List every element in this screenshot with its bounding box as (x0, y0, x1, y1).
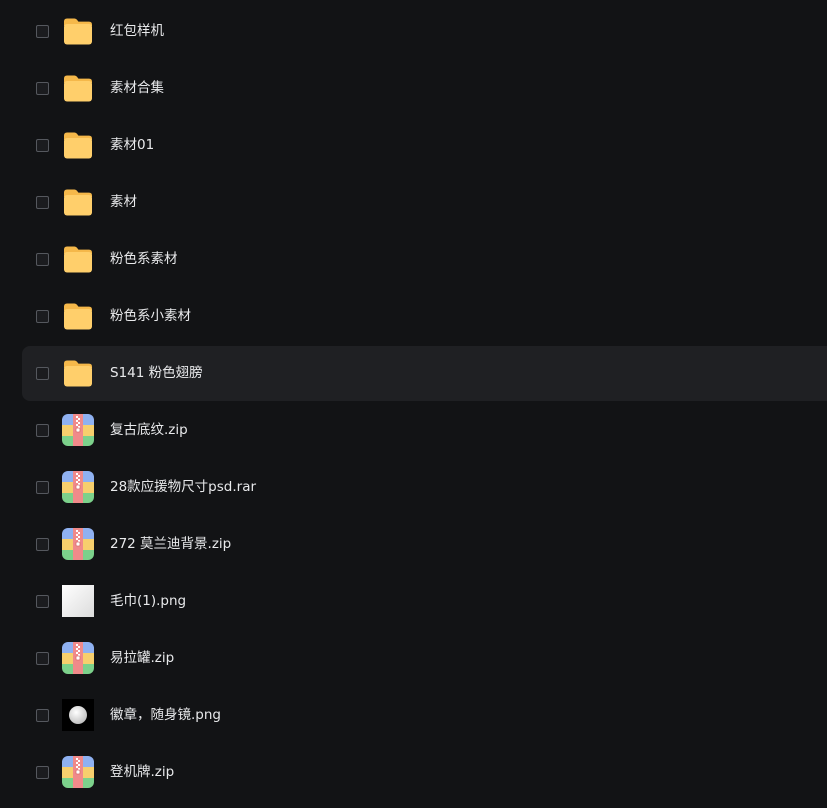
archive-icon (62, 414, 94, 446)
file-name: 复古底纹.zip (110, 422, 188, 438)
file-row[interactable]: 易拉罐.zip (22, 631, 827, 686)
row-checkbox[interactable] (36, 766, 49, 779)
row-checkbox[interactable] (36, 481, 49, 494)
file-row[interactable]: 徽章，随身镜.png (22, 688, 827, 743)
file-name: 272 莫兰迪背景.zip (110, 536, 232, 552)
file-name: 粉色系素材 (110, 251, 178, 267)
file-name: 登机牌.zip (110, 764, 175, 780)
archive-icon (62, 471, 94, 503)
row-checkbox[interactable] (36, 310, 49, 323)
row-checkbox[interactable] (36, 367, 49, 380)
file-name: 红包样机 (110, 23, 164, 39)
file-list: 红包样机 素材合集 素材01 素材 粉色系素材 粉色系小素材 S141 粉色翅膀… (0, 0, 827, 808)
image-thumbnail-icon (62, 585, 94, 617)
row-checkbox[interactable] (36, 139, 49, 152)
row-checkbox[interactable] (36, 253, 49, 266)
row-checkbox[interactable] (36, 25, 49, 38)
file-row[interactable]: 红包样机 (22, 4, 827, 59)
row-checkbox[interactable] (36, 82, 49, 95)
folder-icon (62, 72, 94, 104)
file-name: 粉色系小素材 (110, 308, 191, 324)
file-row[interactable]: 登机牌.zip (22, 745, 827, 800)
row-checkbox[interactable] (36, 652, 49, 665)
archive-icon (62, 528, 94, 560)
row-checkbox[interactable] (36, 538, 49, 551)
file-row[interactable]: 素材 (22, 175, 827, 230)
file-name: S141 粉色翅膀 (110, 365, 203, 381)
file-row[interactable]: 粉色系小素材 (22, 289, 827, 344)
folder-icon (62, 186, 94, 218)
folder-icon (62, 15, 94, 47)
file-name: 毛巾(1).png (110, 593, 187, 609)
file-name: 28款应援物尺寸psd.rar (110, 479, 257, 495)
file-name: 素材 (110, 194, 137, 210)
file-row[interactable]: 素材合集 (22, 61, 827, 116)
file-row[interactable]: S141 粉色翅膀 (22, 346, 827, 401)
archive-icon (62, 756, 94, 788)
badge-thumbnail-icon (62, 699, 94, 731)
file-row[interactable]: 粉色系素材 (22, 232, 827, 287)
file-row[interactable]: 素材01 (22, 118, 827, 173)
folder-icon (62, 357, 94, 389)
file-row[interactable]: 毛巾(1).png (22, 574, 827, 629)
folder-icon (62, 129, 94, 161)
folder-icon (62, 300, 94, 332)
row-checkbox[interactable] (36, 595, 49, 608)
folder-icon (62, 243, 94, 275)
file-name: 易拉罐.zip (110, 650, 175, 666)
file-row[interactable]: 28款应援物尺寸psd.rar (22, 460, 827, 515)
file-name: 素材01 (110, 137, 155, 153)
file-row[interactable]: 272 莫兰迪背景.zip (22, 517, 827, 572)
row-checkbox[interactable] (36, 424, 49, 437)
file-name: 素材合集 (110, 80, 164, 96)
row-checkbox[interactable] (36, 196, 49, 209)
file-row[interactable]: 复古底纹.zip (22, 403, 827, 458)
file-name: 徽章，随身镜.png (110, 707, 221, 723)
row-checkbox[interactable] (36, 709, 49, 722)
archive-icon (62, 642, 94, 674)
